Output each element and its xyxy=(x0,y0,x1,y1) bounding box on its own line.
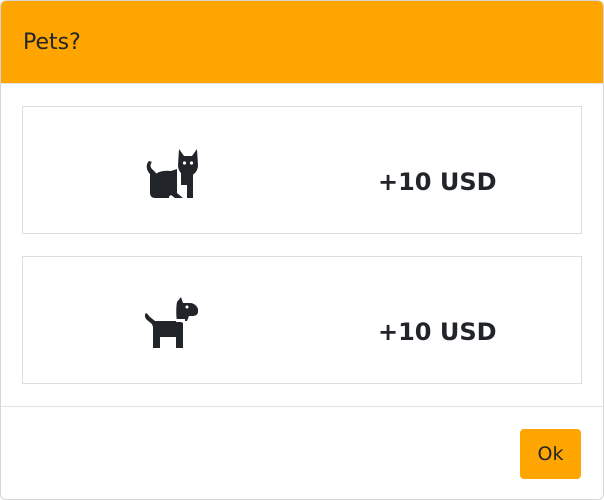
dog-icon xyxy=(144,297,198,348)
dog-price: +10 USD xyxy=(378,318,497,346)
pets-modal: Pets? +10 USD +10 USD Ok xyxy=(0,0,604,500)
cat-option[interactable]: +10 USD xyxy=(22,106,582,234)
modal-header: Pets? xyxy=(1,1,603,84)
cat-icon xyxy=(146,149,198,198)
modal-title: Pets? xyxy=(23,30,81,55)
ok-button[interactable]: Ok xyxy=(520,429,581,479)
modal-footer: Ok xyxy=(1,406,603,499)
cat-price: +10 USD xyxy=(378,168,497,196)
dog-option[interactable]: +10 USD xyxy=(22,256,582,384)
